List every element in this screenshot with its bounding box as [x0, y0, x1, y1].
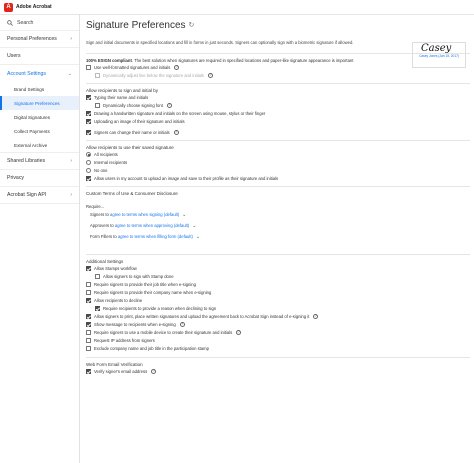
- radio-internal-recipients[interactable]: Internal recipients: [86, 158, 470, 166]
- sidebar-subitem-collect-payments[interactable]: Collect Payments: [0, 124, 79, 138]
- sidebar: Search Personal Preferences › Users Accou…: [0, 15, 80, 463]
- checkbox[interactable]: [86, 289, 91, 295]
- chevron-right-icon: ›: [70, 192, 72, 198]
- option-mobile-device[interactable]: Require signers to use a mobile device t…: [86, 328, 470, 336]
- sidebar-item-shared-libraries[interactable]: Shared Libraries ›: [0, 153, 79, 170]
- signature-caption: Casey Jones (Jan 15, 2017): [419, 54, 459, 58]
- option-verify-email[interactable]: Verify signer's email address?: [86, 367, 470, 375]
- sample-signature: Casey Casey Jones (Jan 15, 2017): [412, 42, 466, 68]
- sidebar-subitem-brand-settings[interactable]: Brand Settings: [0, 82, 79, 96]
- checkbox[interactable]: [86, 64, 91, 70]
- main-content: Signature Preferences ↻ Sign and initial…: [86, 15, 470, 463]
- option-exclude-company[interactable]: Exclude company name and job title in th…: [86, 344, 470, 352]
- option-ip-address[interactable]: Request IP address from signers: [86, 336, 470, 344]
- radio[interactable]: [86, 159, 91, 165]
- terms-signers: Signers to agree to terms when signing (…: [90, 211, 187, 218]
- option-stamp-done[interactable]: Allow signers to sign with Stamp done: [86, 272, 470, 280]
- terms-approvers: Approvers to agree to terms when approvi…: [90, 222, 197, 229]
- help-icon[interactable]: ?: [313, 313, 319, 319]
- checkbox-checked[interactable]: [86, 265, 91, 271]
- option-decline[interactable]: Allow recipients to decline: [86, 296, 470, 304]
- sidebar-search[interactable]: Search: [0, 15, 79, 31]
- option-job-title[interactable]: Require signers to provide their job tit…: [86, 280, 470, 288]
- checkbox[interactable]: [95, 72, 100, 78]
- checkbox-checked[interactable]: [95, 305, 100, 311]
- help-icon[interactable]: ?: [236, 329, 242, 335]
- checkbox[interactable]: [86, 337, 91, 343]
- option-typing[interactable]: Typing their name and initials: [86, 93, 470, 101]
- option-change-name[interactable]: Signers can change their name or initial…: [86, 128, 470, 136]
- sidebar-item-personal-preferences[interactable]: Personal Preferences ›: [0, 31, 79, 48]
- help-icon[interactable]: ?: [174, 64, 180, 70]
- checkbox-checked[interactable]: [86, 321, 91, 327]
- search-label: Search: [17, 19, 34, 26]
- help-icon[interactable]: ?: [179, 321, 185, 327]
- terms-signers-dropdown[interactable]: agree to terms when signing (default): [110, 212, 179, 217]
- sidebar-item-account-settings[interactable]: Account Settings ⌄: [0, 65, 79, 82]
- chevron-down-icon: ⌄: [67, 70, 72, 77]
- signature-script: Casey: [421, 43, 452, 54]
- page-title: Signature Preferences: [86, 19, 186, 31]
- terms-form-fillers: Form Fillers to agree to terms when fill…: [90, 233, 201, 240]
- chevron-right-icon: ›: [70, 158, 72, 164]
- option-dynamic-font[interactable]: Dynamically choose signing font?: [86, 101, 470, 109]
- help-icon[interactable]: ?: [166, 102, 172, 108]
- checkbox[interactable]: [86, 345, 91, 351]
- esign-option-dynamic-line[interactable]: Dynamically adjust line below the signat…: [86, 71, 470, 79]
- checkbox-checked[interactable]: [86, 297, 91, 303]
- app-header: A Adobe Acrobat: [0, 0, 474, 15]
- chevron-right-icon: ›: [70, 36, 72, 42]
- chevron-down-icon[interactable]: ⌄: [196, 234, 200, 240]
- radio[interactable]: [86, 167, 91, 173]
- radio-selected[interactable]: [86, 151, 91, 157]
- radio-all-recipients[interactable]: All recipients: [86, 150, 470, 158]
- sidebar-subitem-signature-preferences[interactable]: Signature Preferences: [0, 96, 79, 110]
- sidebar-item-acrobat-sign-api[interactable]: Acrobat Sign API ›: [0, 187, 79, 204]
- sidebar-item-privacy[interactable]: Privacy: [0, 170, 79, 187]
- terms-form-fillers-dropdown[interactable]: agree to terms when filling form (defaul…: [118, 234, 193, 239]
- checkbox-checked[interactable]: [86, 313, 91, 319]
- checkbox[interactable]: [86, 329, 91, 335]
- acrobat-logo-icon: A: [4, 2, 13, 12]
- sidebar-item-users[interactable]: Users: [0, 48, 79, 65]
- search-icon: [7, 19, 13, 26]
- checkbox-checked[interactable]: [86, 94, 91, 100]
- help-icon[interactable]: ?: [208, 72, 214, 78]
- section-terms: Custom Terms of Use & Consumer Disclosur…: [86, 191, 178, 196]
- checkbox-checked[interactable]: [86, 368, 91, 374]
- checkbox[interactable]: [86, 281, 91, 287]
- chevron-down-icon[interactable]: ⌄: [182, 212, 186, 218]
- option-decline-reason[interactable]: Require recipients to provide a reason w…: [86, 304, 470, 312]
- checkbox[interactable]: [95, 273, 100, 279]
- terms-approvers-dropdown[interactable]: agree to terms when approving (default): [115, 223, 189, 228]
- option-upload-saved[interactable]: Allow users in my account to upload an i…: [86, 174, 470, 182]
- checkbox-checked[interactable]: [86, 175, 91, 181]
- checkbox-checked[interactable]: [86, 118, 91, 124]
- radio-no-one[interactable]: No one: [86, 166, 470, 174]
- help-icon[interactable]: ?: [151, 368, 157, 374]
- checkbox-checked[interactable]: [86, 110, 91, 116]
- help-icon[interactable]: ?: [173, 129, 179, 135]
- chevron-down-icon[interactable]: ⌄: [192, 223, 196, 229]
- checkbox[interactable]: [95, 102, 100, 108]
- option-show-message[interactable]: Show message to recipients when e-signin…: [86, 320, 470, 328]
- option-company-name[interactable]: Require signers to provide their company…: [86, 288, 470, 296]
- page-intro: Sign and initial documents in specified …: [86, 40, 354, 45]
- option-drawing[interactable]: Drawing a handwritten signature and init…: [86, 109, 470, 117]
- option-uploading[interactable]: Uploading an image of their signature an…: [86, 117, 470, 125]
- sidebar-subitem-external-archive[interactable]: External Archive: [0, 138, 79, 153]
- app-name: Adobe Acrobat: [16, 4, 52, 10]
- checkbox-checked[interactable]: [86, 129, 91, 135]
- option-stamps[interactable]: Allow Stamps workflow: [86, 264, 470, 272]
- option-print-upload[interactable]: Allow signers to print, place written si…: [86, 312, 470, 320]
- sidebar-subitem-digital-signatures[interactable]: Digital Signatures: [0, 110, 79, 124]
- refresh-icon[interactable]: ↻: [189, 21, 195, 29]
